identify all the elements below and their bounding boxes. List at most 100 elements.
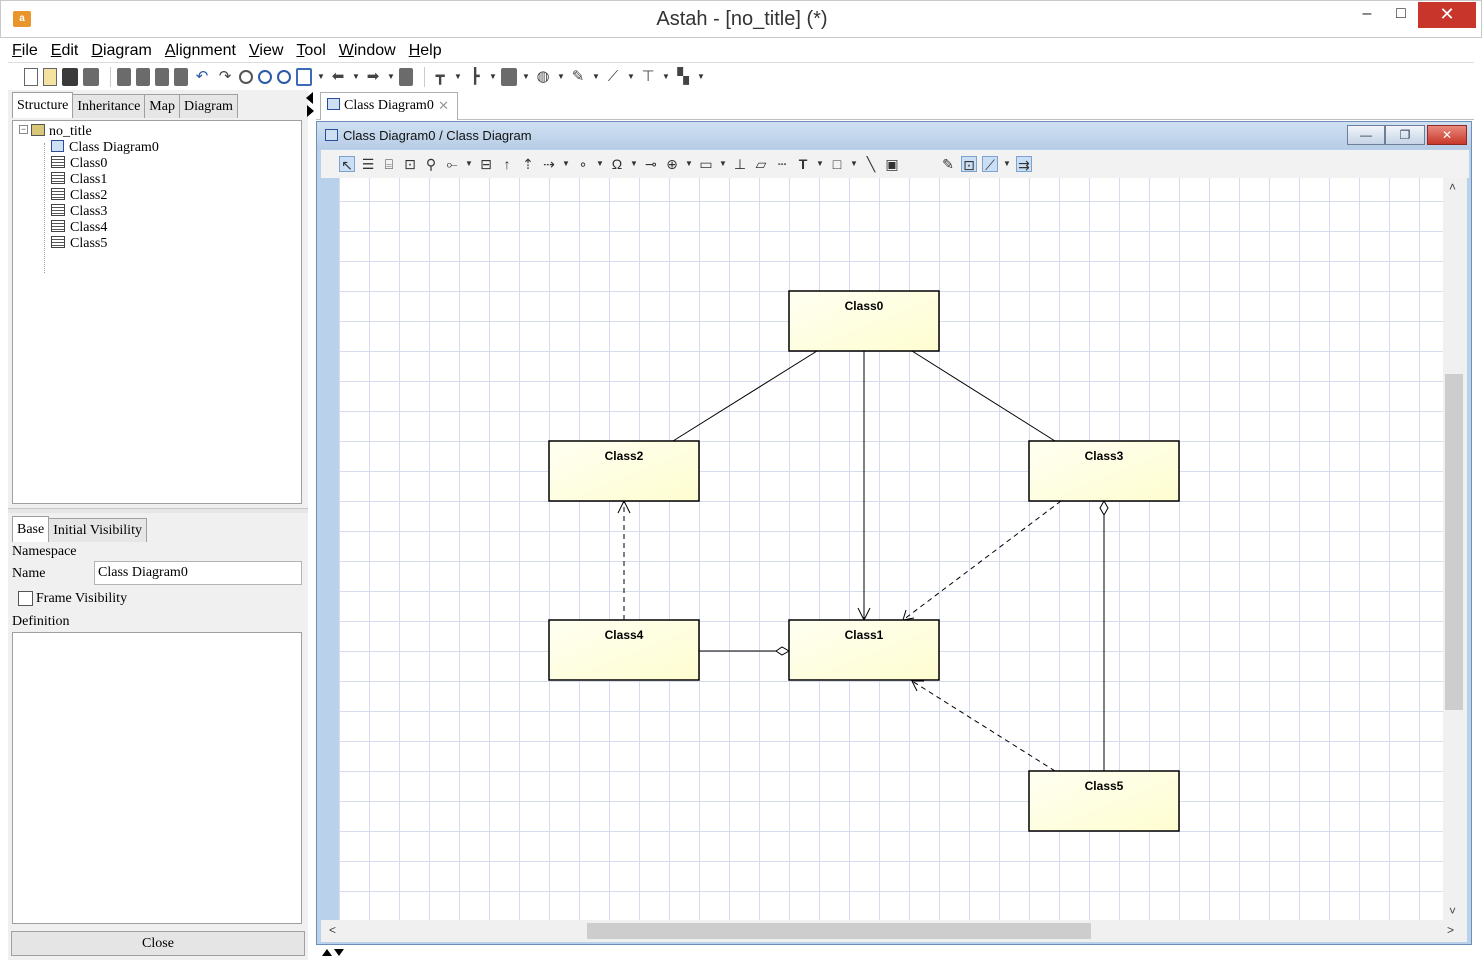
snap-grid-icon[interactable]: ⊡ [961, 156, 977, 173]
frame-minimize-button[interactable]: — [1347, 125, 1385, 145]
minimize-button[interactable]: – [1350, 2, 1384, 28]
line-mode-dropdown-icon[interactable]: ▼ [1003, 156, 1011, 172]
arrange-icon[interactable] [501, 67, 517, 86]
forward-dropdown-icon[interactable]: ▼ [387, 68, 395, 86]
zoom-in-icon[interactable] [258, 69, 272, 84]
paste-icon[interactable] [155, 67, 169, 86]
tab-inheritance[interactable]: Inheritance [72, 94, 146, 118]
line-tool-icon[interactable]: ╲ [863, 156, 879, 172]
fit-window-icon[interactable] [296, 67, 312, 86]
usage-tool-icon[interactable]: ∘ [575, 156, 591, 172]
menu-file[interactable]: File [8, 40, 38, 62]
frame-visibility-checkbox[interactable] [18, 591, 33, 606]
dependency-dropdown-icon[interactable]: ▼ [562, 156, 570, 172]
open-file-icon[interactable] [43, 67, 57, 86]
horizontal-scroll-thumb[interactable] [587, 923, 1091, 939]
frame-close-button[interactable]: ✕ [1427, 125, 1467, 145]
tab-map[interactable]: Map [144, 94, 180, 118]
menu-diagram[interactable]: Diagram [87, 40, 151, 62]
tree-layout-icon[interactable]: ⊤ [639, 68, 657, 86]
zoom-out-icon[interactable] [277, 69, 291, 84]
tree-item-class[interactable]: Class3 [51, 204, 107, 220]
close-window-button[interactable]: ✕ [1418, 2, 1476, 28]
interface-provided-tool-icon[interactable]: ⊸ [643, 156, 659, 172]
undo-icon[interactable]: ↶ [193, 68, 211, 86]
dependency-class3-class1[interactable] [902, 500, 1062, 621]
subsystem-tool-icon[interactable]: ⊡ [402, 156, 418, 172]
line-style-icon[interactable]: ⟋ [604, 68, 622, 86]
image-tool-icon[interactable]: ▣ [884, 156, 900, 172]
align-left-icon[interactable]: ┣ [466, 68, 484, 86]
collapse-tree-icon[interactable]: − [19, 125, 28, 134]
tab-initial-visibility[interactable]: Initial Visibility [48, 518, 147, 542]
project-tree-icon[interactable] [399, 67, 413, 86]
adjust-tool-icon[interactable]: ⇉ [1016, 156, 1032, 173]
tree-item-class[interactable]: Class4 [51, 220, 107, 236]
print-icon[interactable] [83, 67, 99, 86]
diagram-canvas[interactable]: Class0 Class1 Class2 Class3 Class4 Class5 [339, 178, 1443, 920]
association-class0-class3[interactable] [911, 350, 1056, 442]
menu-edit[interactable]: Edit [47, 40, 79, 62]
tab-base[interactable]: Base [12, 516, 50, 542]
class-box-class5[interactable]: Class5 [1028, 770, 1180, 832]
scroll-left-icon[interactable]: ˂ [329, 923, 336, 937]
tab-structure[interactable]: Structure [12, 92, 74, 118]
containment-tool-icon[interactable]: ⊕ [664, 156, 680, 172]
auto-layout-dropdown-icon[interactable]: ▼ [697, 68, 705, 86]
tree-item-class[interactable]: Class5 [51, 236, 107, 252]
panel-splitter[interactable] [8, 508, 308, 513]
scroll-down-icon[interactable]: ˅ [1449, 904, 1456, 918]
fit-dropdown-icon[interactable]: ▼ [317, 68, 325, 86]
definition-textarea[interactable] [12, 632, 302, 924]
delete-icon[interactable] [174, 67, 188, 86]
tab-class-diagram0[interactable]: Class Diagram0 ✕ [320, 92, 458, 120]
text-tool-icon[interactable]: T [795, 156, 811, 172]
package-tool-icon[interactable]: ⌸ [381, 156, 397, 172]
instance-tool-icon[interactable]: ▭ [698, 156, 714, 172]
interface-tool-icon[interactable]: ⚲ [423, 156, 439, 172]
frame-restore-button[interactable]: ❐ [1385, 125, 1425, 145]
tree-item-class[interactable]: Class2 [51, 188, 107, 204]
expand-panel-icon[interactable] [320, 946, 346, 958]
text-dropdown-icon[interactable]: ▼ [816, 156, 824, 172]
instance-dropdown-icon[interactable]: ▼ [719, 156, 727, 172]
save-icon[interactable] [62, 67, 78, 86]
line-color-dropdown-icon[interactable]: ▼ [592, 68, 600, 86]
name-field[interactable]: Class Diagram0 [94, 561, 302, 585]
maximize-button[interactable]: □ [1384, 2, 1418, 28]
generalization-tool-icon[interactable]: ↑ [499, 156, 515, 172]
vertical-scroll-thumb[interactable] [1445, 374, 1463, 710]
tree-layout-dropdown-icon[interactable]: ▼ [662, 68, 670, 86]
usage-dropdown-icon[interactable]: ▼ [596, 156, 604, 172]
new-file-icon[interactable] [24, 67, 38, 86]
tree-item-class[interactable]: Class1 [51, 172, 107, 188]
tree-item-project[interactable]: no_title [31, 124, 92, 140]
menu-view[interactable]: View [245, 40, 283, 62]
vertical-scrollbar[interactable]: ˄ ˅ [1443, 178, 1467, 920]
align-top-icon[interactable]: ┳ [431, 68, 449, 86]
arrange-dropdown-icon[interactable]: ▼ [522, 68, 530, 86]
tree-item-class[interactable]: Class0 [51, 156, 107, 172]
close-tab-icon[interactable]: ✕ [438, 93, 449, 119]
association-tool-icon[interactable]: ⟜ [444, 156, 460, 172]
scroll-up-icon[interactable]: ˄ [1449, 180, 1456, 194]
forward-arrow-icon[interactable]: ➡ [364, 68, 382, 86]
dependency-tool-icon[interactable]: ⇢ [541, 156, 557, 172]
class-box-class2[interactable]: Class2 [548, 440, 700, 502]
tree-item-class-diagram[interactable]: Class Diagram0 [51, 140, 159, 156]
class-box-class4[interactable]: Class4 [548, 619, 700, 681]
menu-alignment[interactable]: Alignment [161, 40, 236, 62]
line-color-icon[interactable]: ✎ [569, 68, 587, 86]
containment-dropdown-icon[interactable]: ▼ [685, 156, 693, 172]
auto-layout-icon[interactable]: ▚ [674, 68, 692, 86]
dependency-class5-class1[interactable] [911, 680, 1056, 772]
association-dropdown-icon[interactable]: ▼ [465, 156, 473, 172]
note-tool-icon[interactable]: ▱ [753, 156, 769, 172]
copy-icon[interactable] [136, 67, 150, 86]
cut-icon[interactable] [117, 67, 131, 86]
class-box-class3[interactable]: Class3 [1028, 440, 1180, 502]
redo-icon[interactable]: ↷ [216, 68, 234, 86]
find-icon[interactable] [239, 69, 253, 84]
template-tool-icon[interactable]: Ω [609, 156, 625, 172]
association-class0-class2[interactable] [672, 350, 818, 442]
